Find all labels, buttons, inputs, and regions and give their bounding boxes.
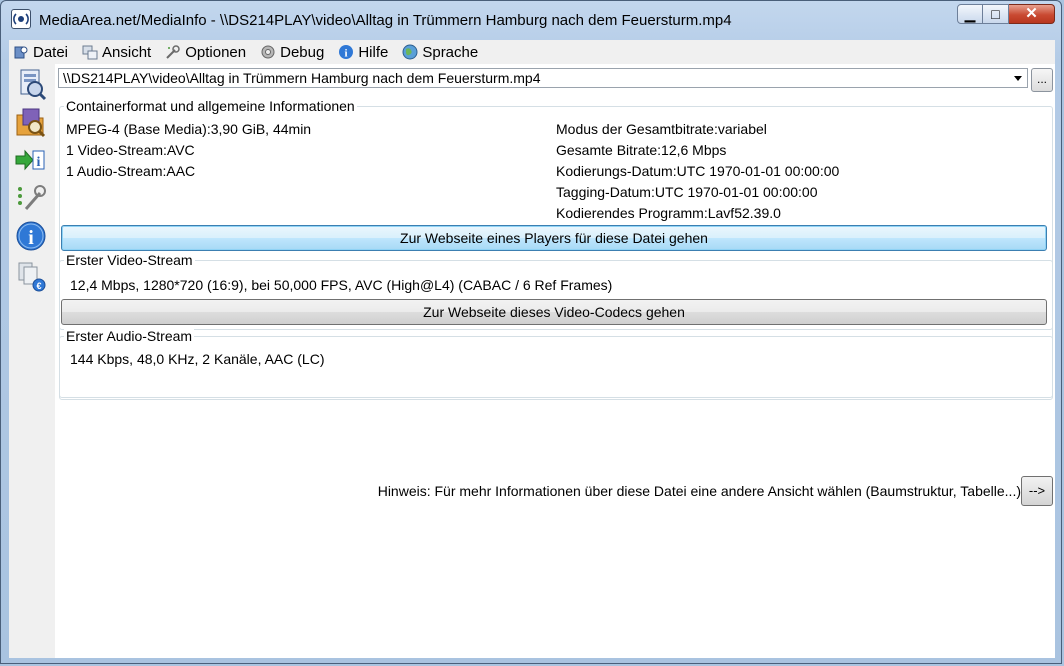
menu-label: Sprache xyxy=(422,43,479,61)
menu-debug[interactable]: Debug xyxy=(256,44,326,61)
general-right-line: Modus der Gesamtbitrate:variabel xyxy=(556,121,767,137)
video-stream-group: Erster Video-Stream 12,4 Mbps, 1280*720 … xyxy=(59,252,1053,330)
menu-bar: Datei Ansicht Optionen Debug i Hilfe Spr… xyxy=(9,40,1055,64)
file-icon xyxy=(13,44,29,60)
next-view-button[interactable]: --> xyxy=(1021,476,1053,506)
svg-text:€: € xyxy=(36,281,41,291)
menu-datei[interactable]: Datei xyxy=(9,44,70,61)
menu-label: Ansicht xyxy=(102,43,152,61)
general-left-line: MPEG-4 (Base Media):3,90 GiB, 44min xyxy=(66,121,312,137)
open-folder-icon[interactable] xyxy=(13,105,49,139)
close-button[interactable]: ✕ xyxy=(1009,4,1055,24)
globe-icon xyxy=(402,44,418,60)
audio-stream-info: 144 Kbps, 48,0 KHz, 2 Kanäle, AAC (LC) xyxy=(70,351,325,367)
donate-icon[interactable]: € xyxy=(13,259,49,293)
audio-stream-title: Erster Audio-Stream xyxy=(64,328,195,344)
client-area: i i € \\DS214PLAY\video\Alltag in Trümme… xyxy=(9,64,1055,658)
menu-label: Debug xyxy=(280,43,325,61)
general-right-line: Kodierungs-Datum:UTC 1970-01-01 00:00:00 xyxy=(556,163,840,179)
svg-text:i: i xyxy=(37,155,41,170)
title-bar[interactable]: MediaArea.net/MediaInfo - \\DS214PLAY\vi… xyxy=(1,1,1061,37)
video-codec-website-button[interactable]: Zur Webseite dieses Video-Codecs gehen xyxy=(61,299,1047,325)
menu-label: Hilfe xyxy=(358,43,389,61)
general-left-line: 1 Video-Stream:AVC xyxy=(66,142,195,158)
window-title: MediaArea.net/MediaInfo - \\DS214PLAY\vi… xyxy=(39,12,732,29)
main-panel: \\DS214PLAY\video\Alltag in Trümmern Ham… xyxy=(55,64,1055,658)
open-file-icon[interactable] xyxy=(13,67,49,101)
player-website-button[interactable]: Zur Webseite eines Players für diese Dat… xyxy=(61,225,1047,251)
minimize-icon: ▁ xyxy=(964,6,976,22)
mediainfo-window: MediaArea.net/MediaInfo - \\DS214PLAY\vi… xyxy=(0,0,1062,664)
general-left-line: 1 Audio-Stream:AAC xyxy=(66,163,196,179)
file-path-text: \\DS214PLAY\video\Alltag in Trümmern Ham… xyxy=(63,70,541,86)
help-icon: i xyxy=(338,44,354,60)
preferences-icon[interactable] xyxy=(13,181,49,215)
caption-buttons: ▁ □ ✕ xyxy=(957,4,1055,26)
general-right-line: Kodierendes Programm:Lavf52.39.0 xyxy=(556,205,781,221)
maximize-button[interactable]: □ xyxy=(983,4,1009,24)
side-toolbar: i i € xyxy=(9,64,55,658)
mediainfo-app-icon[interactable] xyxy=(11,9,31,29)
svg-text:i: i xyxy=(28,227,34,249)
general-right-line: Gesamte Bitrate:12,6 Mbps xyxy=(556,142,727,158)
maximize-icon: □ xyxy=(991,6,1000,22)
info-icon[interactable]: i xyxy=(13,219,49,253)
file-path-combobox[interactable]: \\DS214PLAY\video\Alltag in Trümmern Ham… xyxy=(58,68,1028,88)
video-stream-info: 12,4 Mbps, 1280*720 (16:9), bei 50,000 F… xyxy=(70,277,613,293)
options-icon xyxy=(165,44,181,60)
general-right-line: Tagging-Datum:UTC 1970-01-01 00:00:00 xyxy=(556,184,818,200)
export-icon[interactable]: i xyxy=(13,143,49,177)
view-icon xyxy=(82,44,98,60)
menu-sprache[interactable]: Sprache xyxy=(398,44,480,61)
chevron-down-icon[interactable] xyxy=(1011,72,1025,84)
video-stream-title: Erster Video-Stream xyxy=(64,252,195,268)
menu-label: Datei xyxy=(33,43,69,61)
close-icon: ✕ xyxy=(1025,5,1038,22)
menu-optionen[interactable]: Optionen xyxy=(161,44,248,61)
menu-hilfe[interactable]: i Hilfe xyxy=(334,44,390,61)
minimize-button[interactable]: ▁ xyxy=(957,4,983,24)
audio-stream-group: Erster Audio-Stream 144 Kbps, 48,0 KHz, … xyxy=(59,328,1053,400)
browse-button[interactable]: ... xyxy=(1031,68,1053,92)
menu-ansicht[interactable]: Ansicht xyxy=(78,44,153,61)
menu-label: Optionen xyxy=(185,43,247,61)
hint-text: Hinweis: Für mehr Informationen über die… xyxy=(377,483,1021,499)
general-info-title: Containerformat und allgemeine Informati… xyxy=(64,98,357,114)
debug-icon xyxy=(260,44,276,60)
svg-text:i: i xyxy=(345,48,348,60)
